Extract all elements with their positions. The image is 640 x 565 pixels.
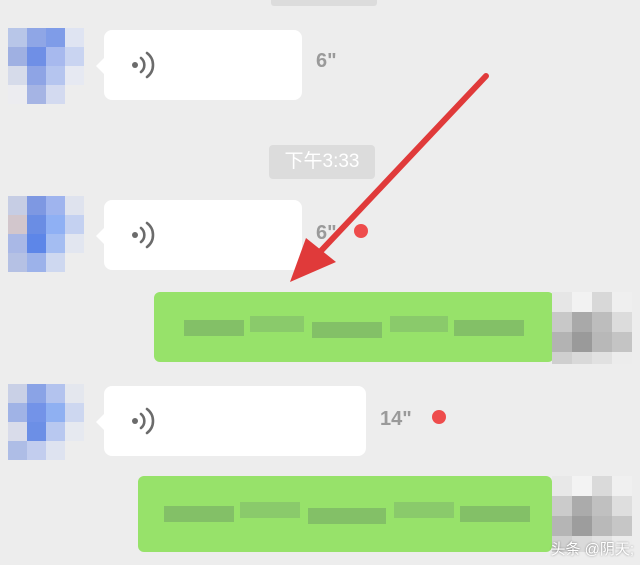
red-arrow-icon (290, 73, 489, 282)
watermark: 头条 @阴天; (550, 541, 634, 558)
